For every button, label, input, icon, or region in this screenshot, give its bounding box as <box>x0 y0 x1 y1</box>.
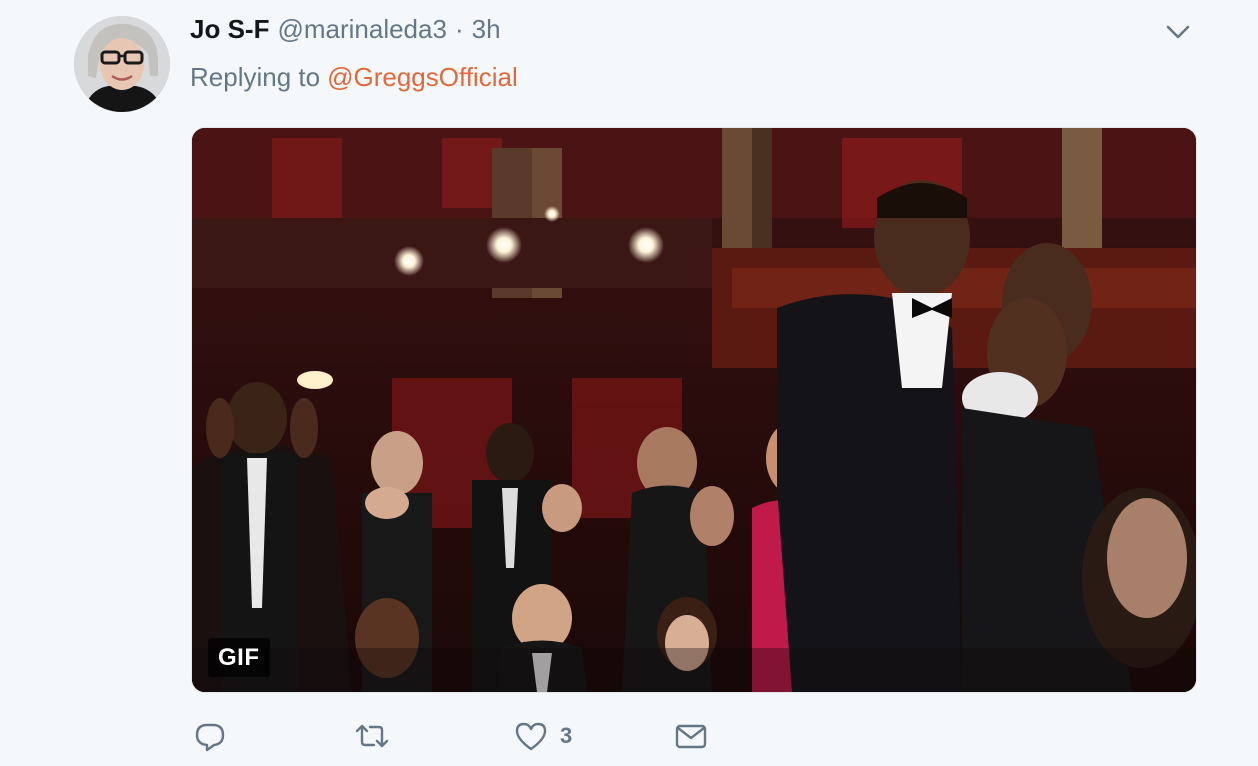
tweet-timestamp[interactable]: 3h <box>472 14 501 45</box>
direct-message-button[interactable] <box>674 716 708 756</box>
gif-media[interactable]: GIF <box>191 127 1197 693</box>
retweet-button[interactable] <box>354 716 390 756</box>
clapping-audience-gif <box>192 128 1196 692</box>
like-button[interactable]: 3 <box>514 716 572 756</box>
envelope-icon <box>674 720 708 752</box>
tweet-actions: 3 <box>190 716 750 756</box>
avatar-image <box>74 16 170 112</box>
reply-button[interactable] <box>194 716 226 756</box>
chevron-down-icon[interactable] <box>1164 20 1192 44</box>
display-name[interactable]: Jo S-F <box>190 14 269 45</box>
mention-link[interactable]: @GreggsOfficial <box>327 62 518 92</box>
like-count: 3 <box>560 723 573 748</box>
replying-to: Replying to @GreggsOfficial <box>190 62 518 93</box>
retweet-icon <box>354 720 390 752</box>
user-avatar[interactable] <box>74 16 170 112</box>
heart-icon <box>514 720 548 752</box>
gif-badge: GIF <box>208 638 270 677</box>
user-handle[interactable]: @marinaleda3 <box>277 14 446 45</box>
reply-icon <box>194 720 226 752</box>
tweet-header: Jo S-F @marinaleda3 · 3h <box>190 14 501 48</box>
replying-to-label: Replying to <box>190 62 321 92</box>
tweet: Jo S-F @marinaleda3 · 3h Replying to @Gre… <box>0 0 1258 766</box>
separator-dot: · <box>454 14 464 44</box>
